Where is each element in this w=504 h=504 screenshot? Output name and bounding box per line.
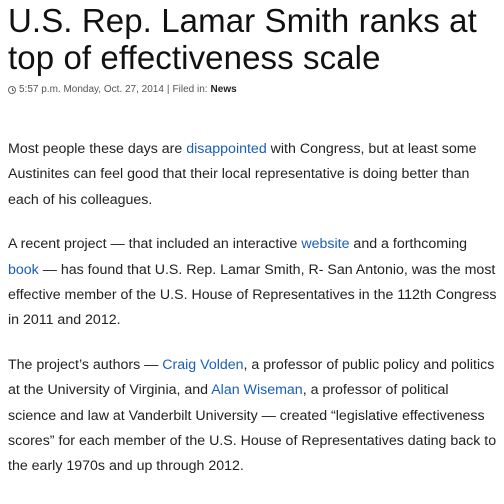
link-craig-volden[interactable]: Craig Volden bbox=[162, 357, 243, 373]
article-body: Most people these days are disappointed … bbox=[8, 137, 500, 480]
timestamp: 5:57 p.m. Monday, Oct. 27, 2014 bbox=[19, 84, 164, 95]
link-website[interactable]: website bbox=[301, 236, 349, 252]
meta-separator: | bbox=[166, 84, 170, 95]
filed-in-label: Filed in: bbox=[172, 84, 208, 95]
paragraph-text: The project’s authors — bbox=[8, 356, 163, 373]
link-disappointed[interactable]: disappointed bbox=[186, 141, 266, 157]
paragraph-3: The project’s authors — Craig Volden, a … bbox=[8, 353, 500, 480]
paragraph-2: A recent project — that included an inte… bbox=[8, 232, 500, 334]
paragraph-text: Most people these days are bbox=[8, 141, 187, 157]
link-book[interactable]: book bbox=[8, 262, 39, 278]
category-news[interactable]: News bbox=[211, 83, 237, 97]
paragraph-text: — has found that U.S. Rep. Lamar Smith, … bbox=[8, 261, 497, 329]
article-meta: 5:57 p.m. Monday, Oct. 27, 2014 | Filed … bbox=[8, 83, 500, 97]
article: U.S. Rep. Lamar Smith ranks at top of ef… bbox=[8, 0, 500, 499]
paragraph-text: and a forthcoming bbox=[349, 236, 467, 253]
link-alan-wiseman[interactable]: Alan Wiseman bbox=[211, 382, 302, 398]
paragraph-1: Most people these days are disappointed … bbox=[8, 137, 500, 213]
clock-icon bbox=[8, 86, 16, 94]
paragraph-text: A recent project — that included an inte… bbox=[8, 236, 302, 253]
article-headline: U.S. Rep. Lamar Smith ranks at top of ef… bbox=[8, 2, 477, 76]
